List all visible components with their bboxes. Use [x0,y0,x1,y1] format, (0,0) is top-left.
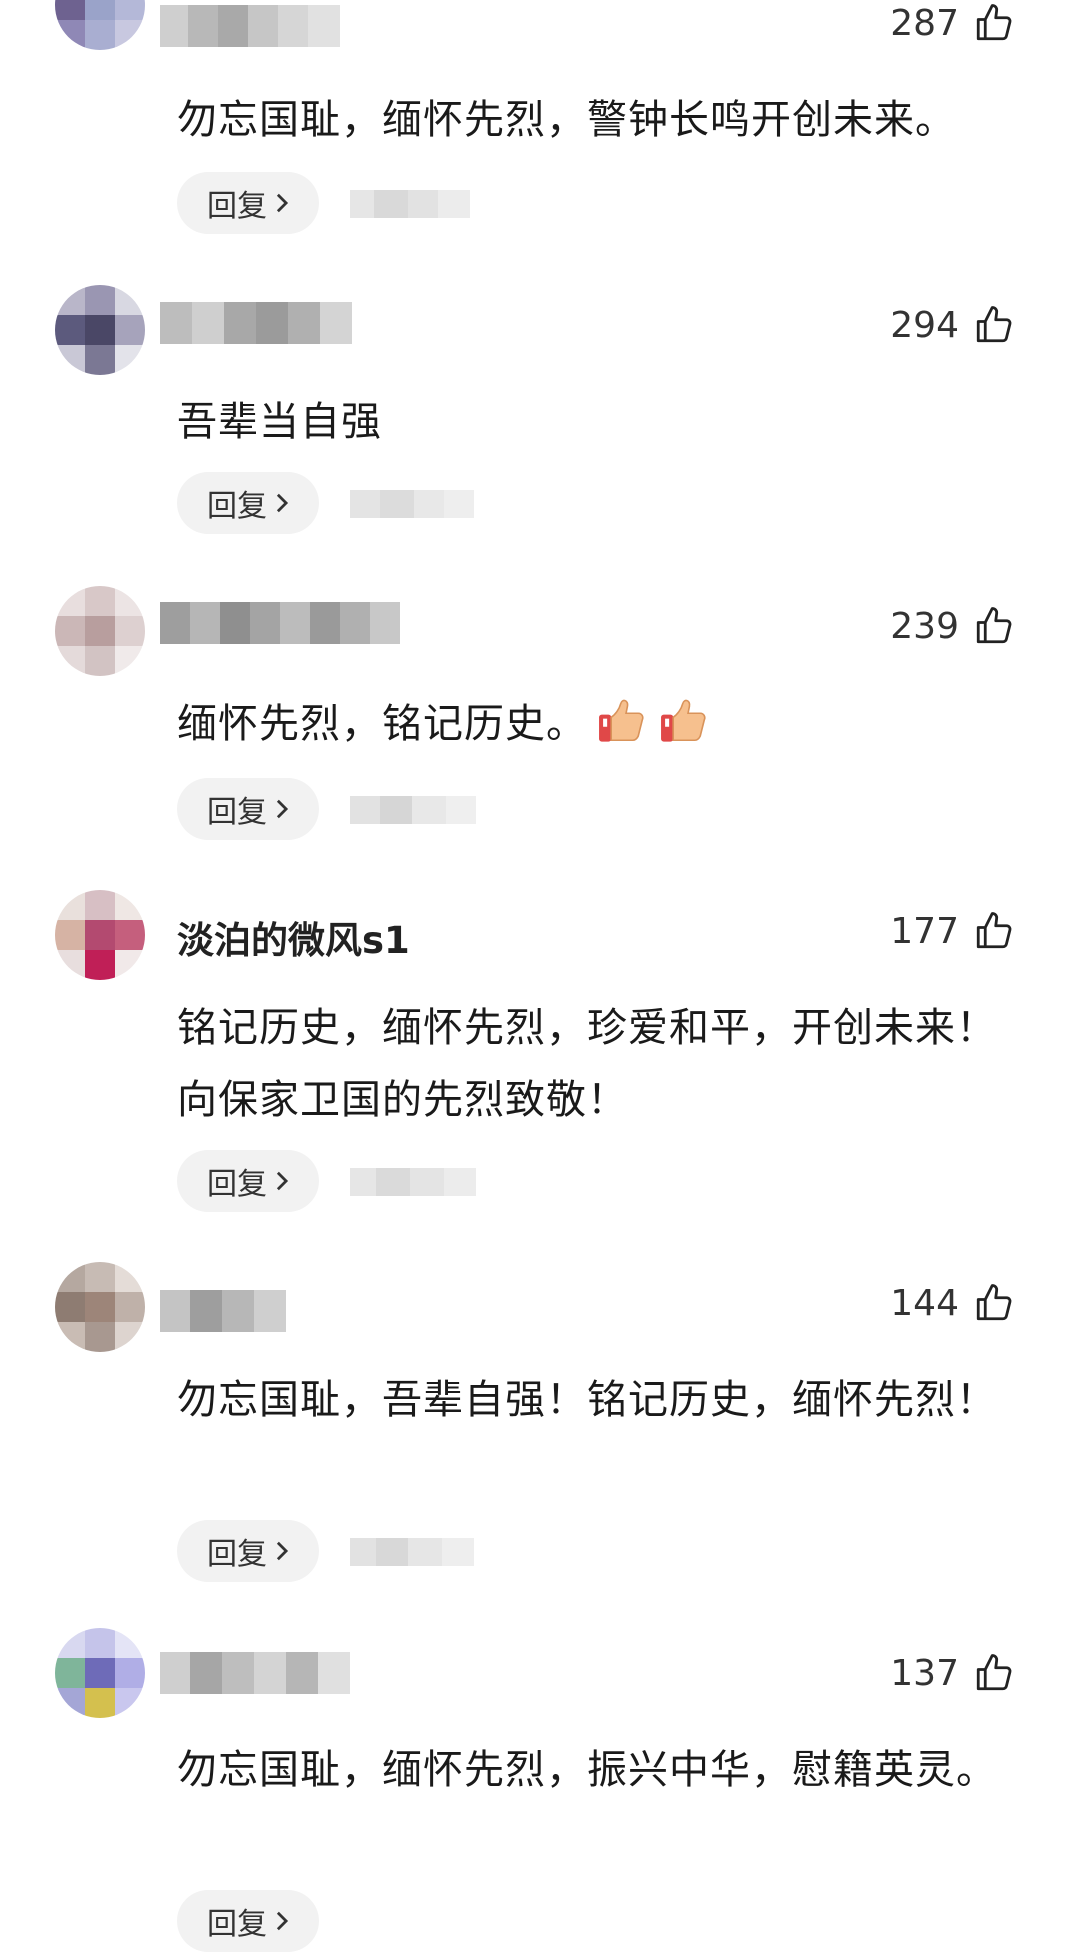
username-blurred[interactable] [160,1652,350,1694]
reply-label: 回复 [207,1537,267,1572]
like-group[interactable]: 239 [890,605,1015,647]
thumbs-up-emoji-icon [661,699,706,742]
timestamp-blurred [350,484,480,524]
username-blurred[interactable] [160,602,400,644]
timestamp-blurred [350,184,480,224]
like-group[interactable]: 287 [890,2,1015,44]
reply-label: 回复 [207,1167,267,1202]
reply-button[interactable]: 回复 [177,1150,319,1212]
thumbs-up-emoji-icon [599,699,644,742]
reply-button[interactable]: 回复 [177,1890,319,1952]
reply-button[interactable]: 回复 [177,472,319,534]
timestamp-blurred [350,790,480,830]
thumbs-up-icon[interactable] [973,605,1015,647]
like-group[interactable]: 144 [890,1282,1015,1324]
reply-label: 回复 [207,489,267,524]
timestamp-blurred [350,1532,480,1572]
thumbs-up-icon[interactable] [973,1282,1015,1324]
chevron-right-icon [276,193,289,213]
avatar[interactable] [55,1628,145,1718]
like-group[interactable]: 177 [890,910,1015,952]
avatar[interactable] [55,1262,145,1352]
username-blurred[interactable] [160,302,352,344]
avatar[interactable] [55,0,145,50]
reply-button[interactable]: 回复 [177,778,319,840]
like-count: 294 [890,304,959,346]
comment-text: 铭记历史，缅怀先烈，珍爱和平，开创未来！向保家卫国的先烈致敬！ [177,1005,997,1123]
thumbs-up-icon[interactable] [973,910,1015,952]
thumbs-up-icon[interactable] [973,1652,1015,1694]
comment-text-content: 缅怀先烈，铭记历史。 [177,701,587,747]
reply-button[interactable]: 回复 [177,172,319,234]
chevron-right-icon [276,1911,289,1931]
chevron-right-icon [276,1541,289,1561]
comment-text: 勿忘国耻，缅怀先烈，警钟长鸣开创未来。 [177,97,956,143]
avatar[interactable] [55,890,145,980]
avatar[interactable] [55,285,145,375]
chevron-right-icon [276,799,289,819]
username[interactable]: 淡泊的微风s1 [177,910,410,964]
comment-text: 缅怀先烈，铭记历史。 [177,688,997,760]
reply-label: 回复 [207,1907,267,1942]
chevron-right-icon [276,1171,289,1191]
timestamp-blurred [350,1162,480,1202]
username-blurred[interactable] [160,1290,286,1332]
thumbs-up-icon[interactable] [973,304,1015,346]
like-group[interactable]: 294 [890,304,1015,346]
reply-label: 回复 [207,189,267,224]
comment-text: 勿忘国耻，吾辈自强！铭记历史，缅怀先烈！ [177,1377,997,1423]
reply-label: 回复 [207,795,267,830]
like-count: 287 [890,2,959,44]
reply-button[interactable]: 回复 [177,1520,319,1582]
like-count: 177 [890,910,959,952]
comment-text: 勿忘国耻，缅怀先烈，振兴中华，慰籍英灵。 [177,1747,997,1793]
thumbs-up-icon[interactable] [973,2,1015,44]
chevron-right-icon [276,493,289,513]
avatar[interactable] [55,586,145,676]
like-count: 137 [890,1652,959,1694]
like-group[interactable]: 137 [890,1652,1015,1694]
like-count: 239 [890,605,959,647]
username-blurred[interactable] [160,5,340,47]
like-count: 144 [890,1282,959,1324]
comment-text: 吾辈当自强 [177,399,382,445]
